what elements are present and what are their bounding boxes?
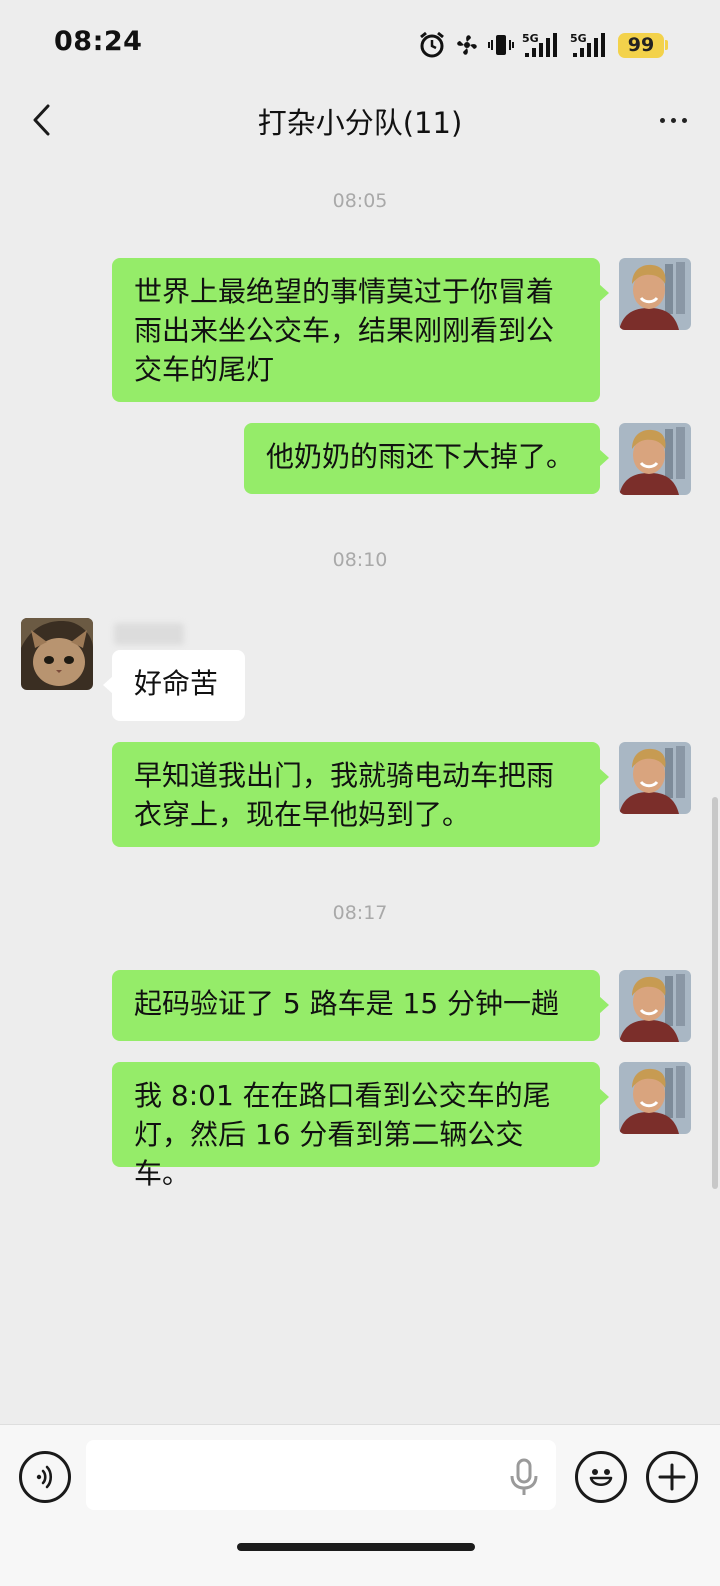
avatar[interactable]	[21, 618, 93, 690]
emoji-icon	[589, 1469, 613, 1487]
input-bar	[0, 1424, 720, 1586]
avatar[interactable]	[619, 970, 691, 1042]
status-time: 08:24	[54, 26, 143, 57]
svg-text:5G: 5G	[522, 32, 539, 45]
voice-toggle-button[interactable]	[19, 1451, 71, 1503]
more-dots-icon	[659, 117, 665, 123]
message-bubble[interactable]: 我 8:01 在在路口看到公交车的尾 灯，然后 16 分看到第二辆公交车。	[112, 1062, 609, 1190]
message-bubble[interactable]: 他奶奶的雨还下大掉了。	[244, 423, 609, 494]
plus-button[interactable]	[646, 1451, 698, 1503]
timestamp: 08:05	[332, 190, 388, 212]
signal-icon: 5G	[522, 31, 562, 59]
message-bubble[interactable]: 起码验证了 5 路车是 15 分钟一趟	[112, 970, 609, 1041]
home-indicator[interactable]	[237, 1543, 475, 1551]
message-bubble[interactable]: 世界上最绝望的事情莫过于你冒着 雨出来坐公交车，结果刚刚看到公 交车的尾灯	[112, 258, 609, 402]
signal-icon: 5G	[570, 31, 610, 59]
emoji-button[interactable]	[575, 1451, 627, 1503]
plus-icon	[658, 1463, 686, 1491]
timestamp: 08:17	[332, 902, 388, 924]
vibrate-icon	[488, 32, 514, 58]
avatar[interactable]	[619, 1062, 691, 1134]
avatar[interactable]	[619, 423, 691, 495]
status-bar: 08:24 5G 5G 99	[0, 0, 720, 92]
message-input[interactable]	[86, 1440, 556, 1510]
sender-name-blurred	[114, 623, 184, 645]
voice-icon	[36, 1465, 53, 1489]
message-list[interactable]: 08:05 世界上最绝望的事情莫过于你冒着 雨出来坐公交车，结果刚刚看到公 交车…	[0, 162, 720, 1440]
battery-icon: 99	[618, 32, 668, 58]
status-icons: 5G 5G 99	[418, 30, 668, 60]
battery-level: 99	[618, 32, 664, 58]
timestamp: 08:10	[332, 549, 388, 571]
avatar[interactable]	[619, 742, 691, 814]
message-bubble[interactable]: 好命苦	[103, 650, 245, 721]
alarm-icon	[418, 31, 446, 59]
scrollbar[interactable]	[712, 797, 718, 1189]
message-bubble[interactable]: 早知道我出门，我就骑电动车把雨 衣穿上，现在早他妈到了。	[112, 742, 609, 847]
chat-title: 打杂小分队(11)	[257, 106, 463, 140]
more-button[interactable]	[648, 100, 698, 140]
mic-icon[interactable]	[506, 1457, 542, 1497]
avatar[interactable]	[619, 258, 691, 330]
svg-text:5G: 5G	[570, 32, 587, 45]
fan-icon	[454, 32, 480, 58]
chat-header: 打杂小分队(11)	[0, 92, 720, 162]
